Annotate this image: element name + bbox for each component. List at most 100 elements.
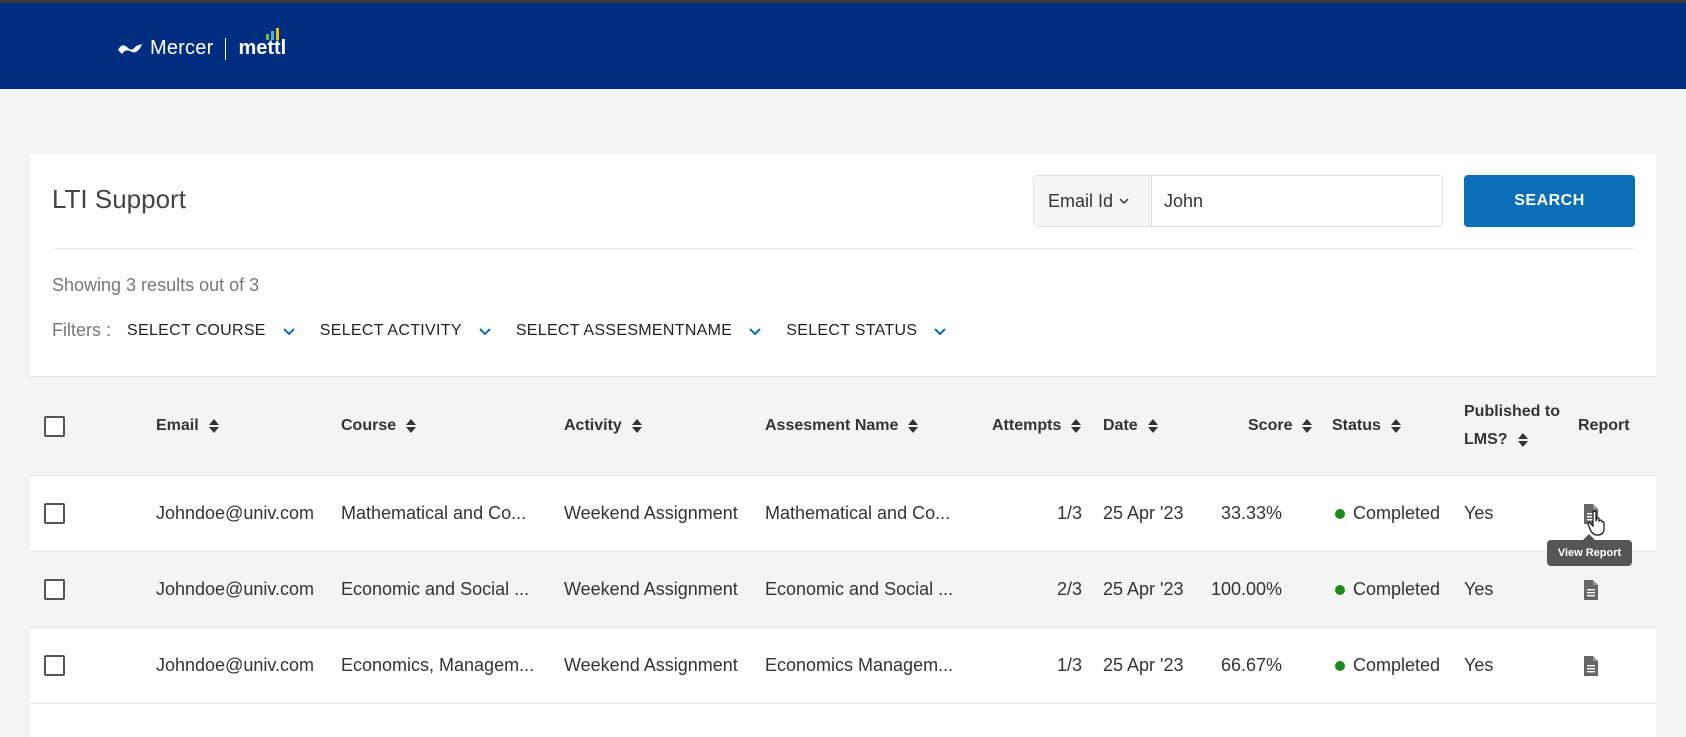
column-header-report-label: Report <box>1578 417 1630 434</box>
cell-published: Yes <box>1464 503 1494 523</box>
mercer-logo-icon <box>118 43 142 54</box>
column-header-report: Report <box>1578 377 1630 475</box>
status-label: Completed <box>1353 655 1441 675</box>
search-input[interactable] <box>1152 176 1442 226</box>
sort-icon <box>1071 419 1082 433</box>
cell-assessment: Economic and Social ... <box>765 579 954 599</box>
column-header-published-line2-wrap: LMS? <box>1464 426 1528 454</box>
column-header-score-label: Score <box>1248 417 1293 434</box>
document-icon <box>1584 579 1598 600</box>
chevron-down-icon <box>479 327 491 335</box>
sort-icon <box>1147 419 1158 433</box>
cell-email: Johndoe@univ.com <box>156 655 315 675</box>
cell-email: Johndoe@univ.com <box>156 503 315 523</box>
column-header-date[interactable]: Date <box>1103 377 1158 475</box>
document-icon <box>1584 655 1598 676</box>
column-header-activity[interactable]: Activity <box>564 377 642 475</box>
row-checkbox[interactable] <box>44 655 65 676</box>
sort-icon <box>406 419 417 433</box>
column-header-published[interactable]: Published to LMS? <box>1464 377 1560 475</box>
cell-assessment: Mathematical and Co... <box>765 503 951 523</box>
filter-course-label: SELECT COURSE <box>127 321 266 339</box>
table-row: Johndoe@univ.com Economic and Social ...… <box>30 552 1656 628</box>
select-all-checkbox[interactable] <box>44 415 65 437</box>
cell-activity: Weekend Assignment <box>564 655 738 675</box>
filters-label: Filters : <box>52 320 112 340</box>
header-divider <box>52 248 1636 249</box>
sort-icon <box>631 419 642 433</box>
cell-date: 25 Apr '23 <box>1103 579 1184 599</box>
column-header-attempts[interactable]: Attempts <box>992 377 1082 475</box>
table-header-row: Email Course Activity Assesment Name Att… <box>30 376 1656 476</box>
filter-assessment-select[interactable]: SELECT ASSESMENTNAME <box>516 322 762 340</box>
status-label: Completed <box>1353 579 1441 599</box>
search-button[interactable]: SEARCH <box>1464 175 1635 227</box>
column-header-score[interactable]: Score <box>1248 377 1313 475</box>
row-checkbox[interactable] <box>44 579 65 600</box>
column-header-course[interactable]: Course <box>341 377 417 475</box>
column-header-status[interactable]: Status <box>1332 377 1401 475</box>
row-checkbox[interactable] <box>44 503 65 524</box>
chevron-down-icon <box>1119 198 1129 205</box>
cell-status: Completed <box>1335 628 1440 703</box>
view-report-tooltip: View Report <box>1547 534 1632 566</box>
cell-published: Yes <box>1464 655 1494 675</box>
cell-email: Johndoe@univ.com <box>156 579 315 599</box>
brand-secondary-label: mettl <box>238 37 287 59</box>
column-header-assessment-label: Assesment Name <box>765 417 899 434</box>
view-report-button[interactable] <box>1583 628 1599 703</box>
search-group: Email Id <box>1033 175 1443 227</box>
cell-attempts: 1/3 <box>1056 655 1082 675</box>
column-header-email[interactable]: Email <box>156 377 219 475</box>
brand-secondary-text: mettl <box>238 28 287 60</box>
column-header-assessment[interactable]: Assesment Name <box>765 377 919 475</box>
filter-course-select[interactable]: SELECT COURSE <box>127 322 296 340</box>
sort-icon <box>208 419 219 433</box>
cell-score: 33.33% <box>1220 503 1282 523</box>
lti-support-card: LTI Support Email Id SEARCH Showing 3 re… <box>30 154 1656 737</box>
column-header-attempts-label: Attempts <box>992 417 1062 434</box>
cell-course: Economics, Managem... <box>341 655 535 675</box>
filters-bar: Filters : SELECT COURSE SELECT ACTIVITY … <box>52 320 971 341</box>
sort-icon <box>1390 419 1401 433</box>
cell-status: Completed <box>1335 552 1440 627</box>
chevron-down-icon <box>283 327 295 335</box>
filter-status-select[interactable]: SELECT STATUS <box>786 322 947 340</box>
column-header-published-line2: LMS? <box>1464 431 1508 448</box>
filter-activity-select[interactable]: SELECT ACTIVITY <box>320 322 492 340</box>
cell-score: 66.67% <box>1220 655 1282 675</box>
table-row: Johndoe@univ.com Economics, Managem... W… <box>30 628 1656 704</box>
table-row: Johndoe@univ.com Mathematical and Co... … <box>30 476 1656 552</box>
status-dot-icon <box>1335 660 1345 671</box>
cell-course: Economic and Social ... <box>341 579 530 599</box>
cell-attempts: 2/3 <box>1056 579 1082 599</box>
hand-cursor-icon <box>1587 510 1605 536</box>
mettl-bars-icon <box>266 28 280 40</box>
filter-status-label: SELECT STATUS <box>786 321 918 339</box>
row-select-cell <box>44 552 65 627</box>
cell-course: Mathematical and Co... <box>341 503 527 523</box>
brand-divider <box>225 37 227 60</box>
status-label: Completed <box>1353 503 1441 523</box>
brand-logo[interactable]: Mercer mettl <box>116 28 287 60</box>
row-select-cell <box>44 628 65 703</box>
results-count: Showing 3 results out of 3 <box>52 275 260 295</box>
chevron-down-icon <box>934 327 947 335</box>
sort-icon <box>908 419 919 433</box>
column-header-published-line1: Published to <box>1464 403 1560 420</box>
results-table: Email Course Activity Assesment Name Att… <box>30 376 1656 704</box>
search-type-label: Email Id <box>1048 190 1114 211</box>
select-all-cell <box>44 377 65 475</box>
column-header-email-label: Email <box>156 417 199 434</box>
cell-attempts: 1/3 <box>1056 503 1082 523</box>
sort-icon <box>1302 419 1313 433</box>
cell-published: Yes <box>1464 579 1494 599</box>
brand-primary-text: Mercer <box>150 37 214 59</box>
search-type-dropdown[interactable]: Email Id <box>1034 176 1152 226</box>
chevron-down-icon <box>749 327 761 335</box>
column-header-status-label: Status <box>1332 417 1381 434</box>
row-select-cell <box>44 476 65 551</box>
column-header-activity-label: Activity <box>564 417 622 434</box>
cell-assessment: Economics Managem... <box>765 655 954 675</box>
cell-status: Completed <box>1335 476 1440 551</box>
